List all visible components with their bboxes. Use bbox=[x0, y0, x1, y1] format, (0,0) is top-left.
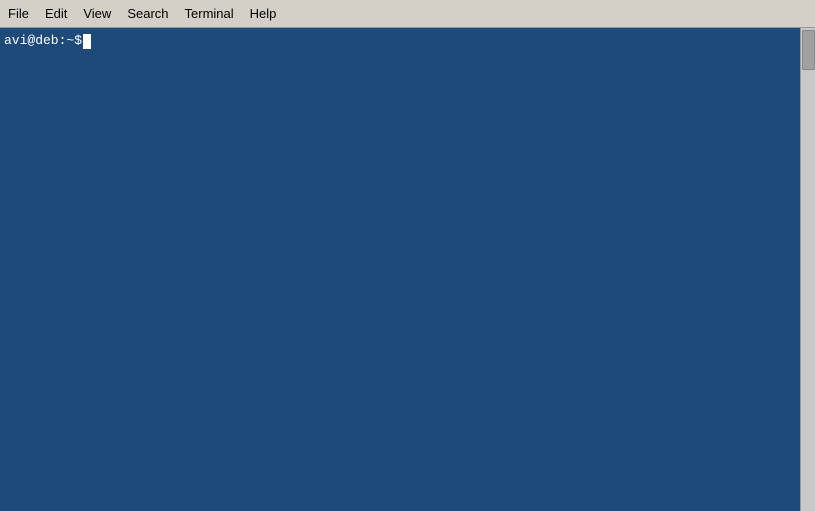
menubar: File Edit View Search Terminal Help bbox=[0, 0, 815, 28]
scrollbar-thumb[interactable] bbox=[802, 30, 815, 70]
menu-item-file[interactable]: File bbox=[0, 3, 37, 24]
prompt-line: avi@deb:~$ bbox=[4, 32, 796, 50]
terminal-cursor bbox=[83, 34, 91, 49]
terminal-content: avi@deb:~$ bbox=[0, 28, 800, 511]
terminal-area[interactable]: avi@deb:~$ bbox=[0, 28, 815, 511]
menu-item-search[interactable]: Search bbox=[119, 3, 176, 24]
menu-item-view[interactable]: View bbox=[75, 3, 119, 24]
scrollbar-track[interactable] bbox=[800, 28, 815, 511]
menu-item-help[interactable]: Help bbox=[242, 3, 285, 24]
menu-item-terminal[interactable]: Terminal bbox=[177, 3, 242, 24]
menu-item-edit[interactable]: Edit bbox=[37, 3, 75, 24]
prompt-text: avi@deb:~$ bbox=[4, 32, 82, 50]
